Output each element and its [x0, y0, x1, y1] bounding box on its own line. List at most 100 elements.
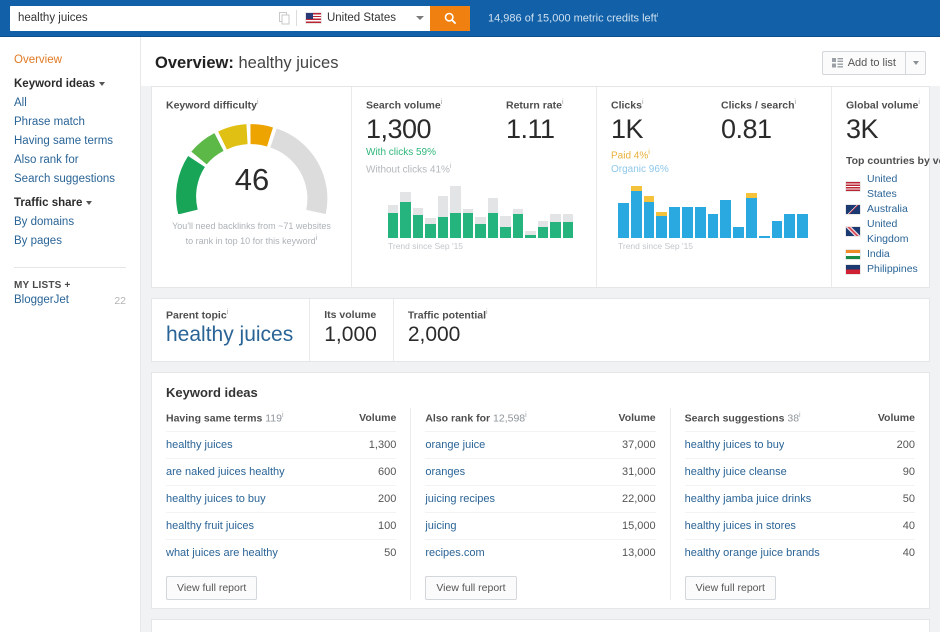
keyword-link[interactable]: juicing [425, 513, 456, 539]
chart-bar [475, 217, 485, 238]
keyword-link[interactable]: oranges [425, 459, 465, 485]
parent-topic-value[interactable]: healthy juices [166, 321, 293, 349]
chart-bar-top [563, 214, 573, 222]
sidebar-item-all[interactable]: All [14, 94, 140, 113]
add-to-list-dropdown[interactable] [905, 52, 925, 74]
sidebar-item-also-rank-for[interactable]: Also rank for [14, 151, 140, 170]
search-input[interactable] [10, 6, 274, 31]
keyword-ideas-column-title: Search suggestions 38i [685, 412, 801, 425]
country-row[interactable]: United Kingdom45014% [846, 217, 940, 247]
keyword-row[interactable]: juicing recipes22,000 [425, 485, 655, 512]
sidebar-item-having-same-terms[interactable]: Having same terms [14, 132, 140, 151]
keyword-link[interactable]: healthy juices to buy [166, 486, 266, 512]
keyword-row[interactable]: juicing15,000 [425, 512, 655, 539]
keyword-row[interactable]: oranges31,000 [425, 458, 655, 485]
country-name: Philippines [867, 262, 918, 277]
us-flag-icon [306, 13, 321, 23]
keyword-row[interactable]: healthy juices in stores40 [685, 512, 915, 539]
keyword-link[interactable]: juicing recipes [425, 486, 495, 512]
sidebar-list-item[interactable]: BloggerJet 22 [14, 291, 140, 311]
keyword-link[interactable]: healthy juices [166, 432, 233, 458]
volume-header: Volume [619, 412, 656, 425]
keyword-link[interactable]: healthy juice cleanse [685, 459, 787, 485]
keyword-row[interactable]: are naked juices healthy 600 [166, 458, 396, 485]
keyword-volume: 100 [368, 513, 396, 539]
search-button[interactable] [430, 6, 470, 31]
chart-bar-base [413, 215, 423, 238]
search-volume-value: 1,300 [366, 112, 478, 146]
chart-bar-base [463, 213, 473, 238]
keyword-link[interactable]: orange juice [425, 432, 485, 458]
keyword-row[interactable]: healthy jamba juice drinks50 [685, 485, 915, 512]
chart-bar-top [475, 217, 485, 224]
copy-icon[interactable] [274, 6, 296, 31]
sidebar-group-traffic-share[interactable]: Traffic share [14, 193, 140, 213]
country-volume: 400 [918, 247, 940, 262]
keyword-link[interactable]: healthy jamba juice drinks [685, 486, 812, 512]
country-row[interactable]: United States1,30041% [846, 172, 940, 202]
sidebar-item-overview[interactable]: Overview [14, 51, 140, 70]
add-to-list-button[interactable]: Add to list [822, 51, 926, 75]
country-row[interactable]: Philippines2006% [846, 262, 940, 277]
keyword-link[interactable]: healthy juices to buy [685, 432, 785, 458]
gb-flag-icon [846, 227, 860, 236]
keyword-row[interactable]: orange juice37,000 [425, 431, 655, 458]
country-volume: 450 [918, 224, 940, 239]
keyword-row[interactable]: healthy juices to buy200 [685, 431, 915, 458]
keyword-row[interactable]: healthy fruit juices 100 [166, 512, 396, 539]
keyword-difficulty-label: Keyword difficultyi [166, 99, 337, 112]
parent-topic-card: Parent topici healthy juices Its volume … [151, 298, 930, 363]
keyword-row[interactable]: healthy juice cleanse 90 [685, 458, 915, 485]
keyword-link[interactable]: healthy orange juice brands [685, 540, 820, 566]
chart-bar [759, 236, 770, 238]
organic-clicks-label: Organic 96% [611, 163, 693, 177]
page-title-keyword: healthy juices [238, 54, 338, 72]
sidebar-item-search-suggestions[interactable]: Search suggestions [14, 170, 140, 189]
paid-clicks-label: Paid 4%i [611, 146, 693, 163]
sidebar-item-phrase-match[interactable]: Phrase match [14, 113, 140, 132]
chart-bar [797, 214, 808, 237]
search-bar[interactable]: United States [10, 6, 470, 31]
in-flag-icon [846, 250, 860, 259]
search-volume-chart: Trend since Sep '15 [388, 182, 573, 242]
main-content: Overview: healthy juices Add to list Key… [141, 37, 940, 632]
global-volume-panel: Global volumei 3K Top countries by volum… [832, 87, 940, 287]
keyword-ideas-column-title: Also rank for 12,598i [425, 412, 526, 425]
sidebar-item-by-domains[interactable]: By domains [14, 213, 140, 232]
ph-flag-icon [846, 265, 860, 274]
chart-bar [669, 207, 680, 237]
keyword-link[interactable]: recipes.com [425, 540, 484, 566]
sidebar-item-by-pages[interactable]: By pages [14, 232, 140, 251]
chart-bar-base [563, 222, 573, 237]
keyword-row[interactable]: healthy juices1,300 [166, 431, 396, 458]
sidebar-group-keyword-ideas-label: Keyword ideas [14, 78, 95, 90]
keyword-row[interactable]: recipes.com13,000 [425, 539, 655, 566]
clicks-per-search-label-text: Clicks / search [721, 100, 795, 112]
view-full-report-button[interactable]: View full report [425, 576, 516, 600]
global-volume-label-text: Global volume [846, 100, 918, 112]
keyword-link[interactable]: healthy fruit juices [166, 513, 254, 539]
keyword-link[interactable]: what juices are healthy [166, 540, 278, 566]
sidebar-list-name: BloggerJet [14, 291, 69, 311]
country-row[interactable]: India40013% [846, 247, 940, 262]
keyword-row[interactable]: healthy juices to buy200 [166, 485, 396, 512]
keyword-volume: 90 [893, 459, 915, 485]
keyword-row[interactable]: what juices are healthy50 [166, 539, 396, 566]
view-full-report-button[interactable]: View full report [166, 576, 257, 600]
sidebar-my-lists-title[interactable]: MY LISTS + [14, 280, 140, 291]
clicks-bars [618, 182, 808, 238]
keyword-volume: 600 [368, 459, 396, 485]
keyword-row[interactable]: healthy orange juice brands40 [685, 539, 915, 566]
search-volume-label: Search volumei [366, 99, 478, 112]
keyword-difficulty-note-line2: to rank in top 10 for this keyword [186, 236, 316, 246]
keyword-difficulty-value: 46 [166, 162, 338, 198]
chart-bar-top [488, 198, 498, 213]
country-selector[interactable]: United States [297, 6, 430, 31]
keyword-link[interactable]: healthy juices in stores [685, 513, 796, 539]
sidebar-group-keyword-ideas[interactable]: Keyword ideas [14, 74, 140, 94]
chart-bar [463, 209, 473, 238]
view-full-report-button[interactable]: View full report [685, 576, 776, 600]
volume-header: Volume [878, 412, 915, 425]
country-row[interactable]: Australia45014% [846, 202, 940, 217]
keyword-link[interactable]: are naked juices healthy [166, 459, 285, 485]
